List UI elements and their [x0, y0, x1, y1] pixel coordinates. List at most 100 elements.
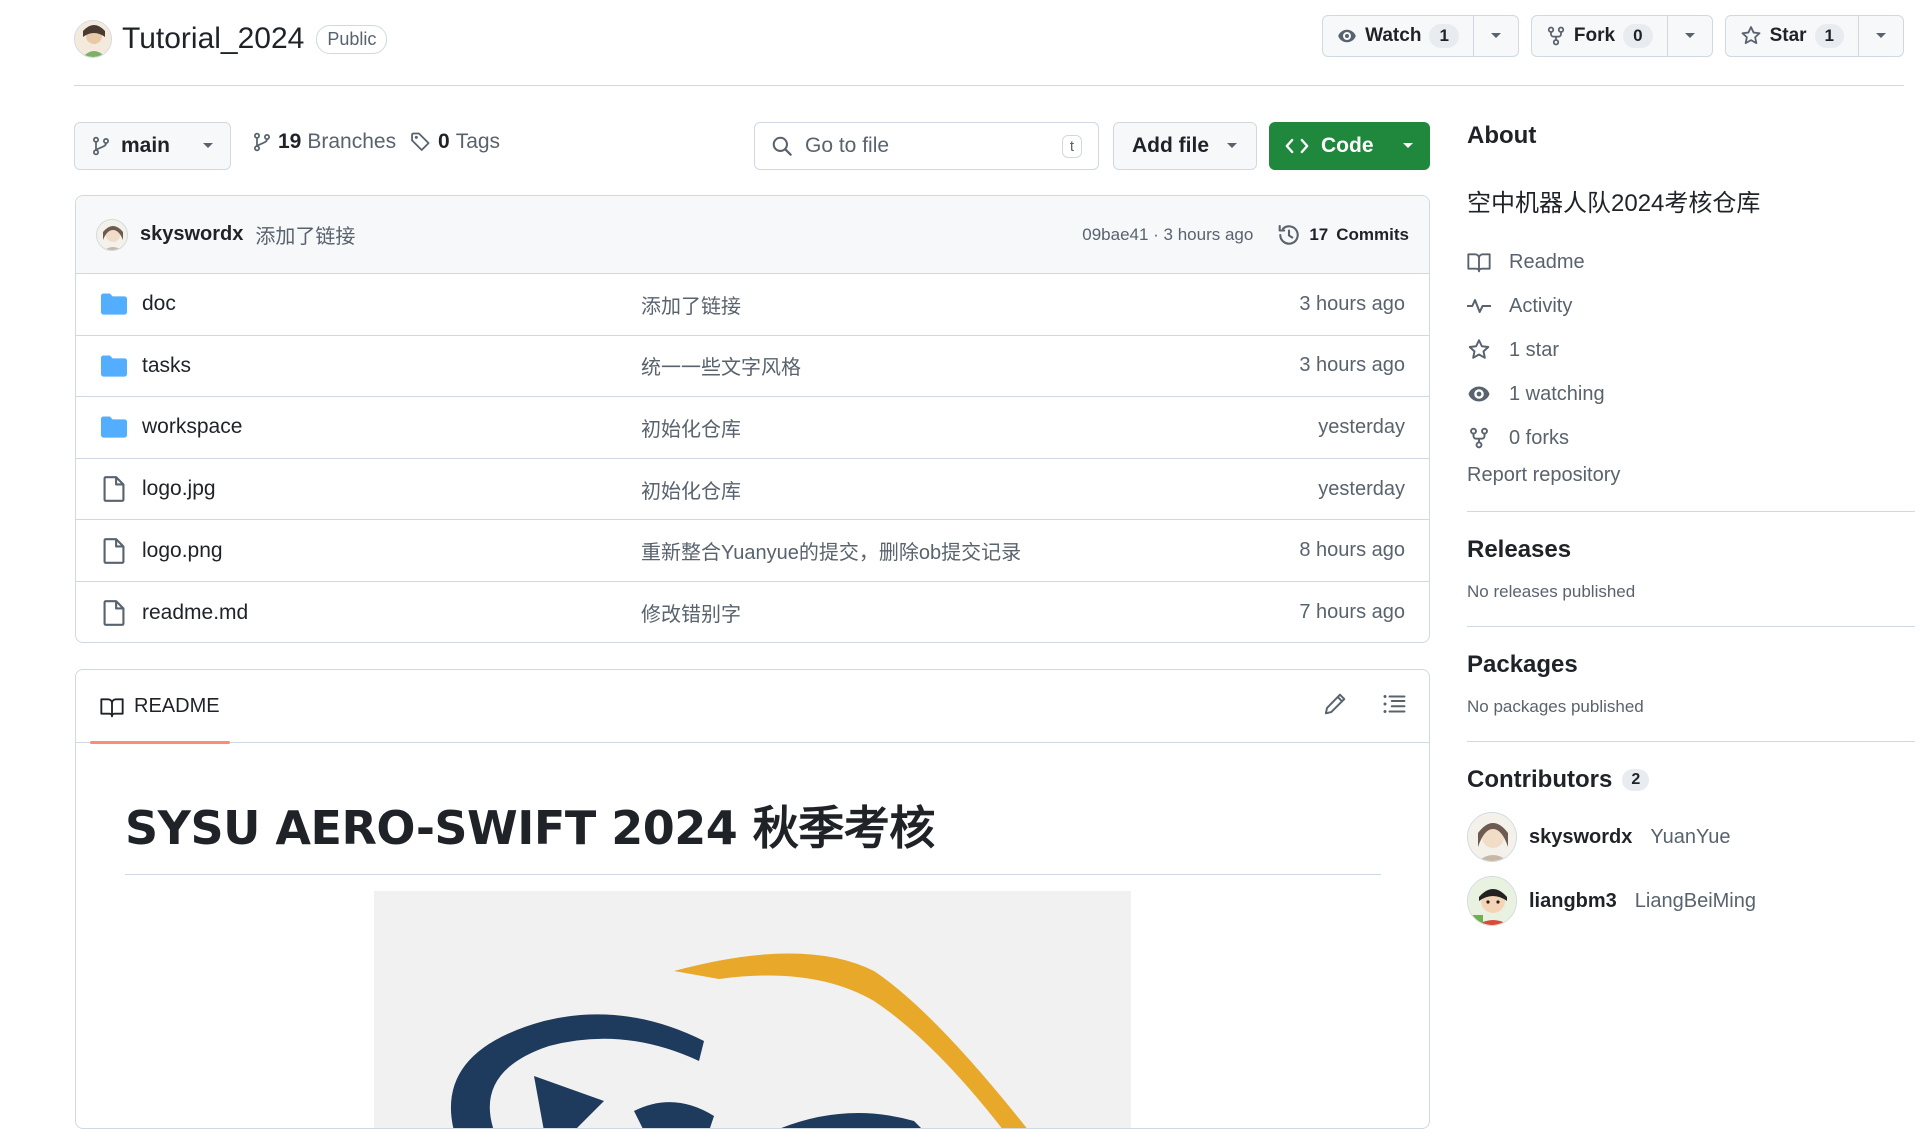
contributor-login[interactable]: skyswordx — [1529, 826, 1632, 849]
activity-link[interactable]: Activity — [1467, 284, 1915, 328]
divider — [1467, 741, 1915, 742]
search-icon — [771, 135, 793, 157]
star-label: Star — [1769, 25, 1807, 46]
code-icon — [1285, 136, 1309, 156]
fork-icon — [1467, 427, 1491, 449]
code-label: Code — [1321, 134, 1374, 157]
file-browser: skyswordx 添加了链接 09bae41 · 3 hours ago 17… — [75, 195, 1430, 643]
contributor-item[interactable]: skyswordx YuanYue — [1467, 812, 1915, 862]
releases-heading[interactable]: Releases — [1467, 536, 1915, 564]
contributor-name: LiangBeiMing — [1634, 889, 1756, 912]
packages-heading[interactable]: Packages — [1467, 651, 1915, 679]
tags-link[interactable]: 0 Tags — [410, 130, 500, 154]
contributor-avatar[interactable] — [1467, 812, 1517, 862]
file-commit-time: 3 hours ago — [1299, 354, 1405, 377]
repo-header: Tutorial_2024 Public Watch 1 Fork 0 Star… — [74, 0, 1904, 86]
go-to-file-input[interactable]: Go to file t — [754, 122, 1099, 170]
fork-dropdown[interactable] — [1668, 16, 1712, 56]
packages-note: No packages published — [1467, 697, 1644, 716]
pulse-icon — [1467, 296, 1491, 316]
fork-button[interactable]: Fork 0 — [1532, 16, 1668, 56]
tags-count: 0 — [438, 130, 450, 153]
tags-label: Tags — [455, 130, 501, 153]
branches-link[interactable]: 19 Branches — [252, 130, 396, 154]
stars-link[interactable]: 1 star — [1467, 328, 1915, 372]
folder-icon — [100, 355, 128, 377]
file-row[interactable]: workspace 初始化仓库 yesterday — [76, 397, 1429, 459]
tab-readme[interactable]: README — [90, 670, 230, 744]
commit-author[interactable]: skyswordx — [140, 223, 243, 246]
readme-header: README — [76, 670, 1429, 744]
file-icon — [100, 599, 128, 626]
caret-down-icon — [202, 142, 214, 150]
about-links: Readme Activity 1 star 1 watching 0 fork… — [1467, 240, 1915, 460]
owner-avatar[interactable] — [74, 20, 112, 58]
file-row[interactable]: tasks 统一一些文字风格 3 hours ago — [76, 336, 1429, 398]
fork-label: Fork — [1573, 25, 1616, 46]
contributor-avatar[interactable] — [1467, 876, 1517, 926]
latest-commit-bar: skyswordx 添加了链接 09bae41 · 3 hours ago 17… — [76, 196, 1429, 274]
file-commit-time: 7 hours ago — [1299, 601, 1405, 624]
file-name[interactable]: logo.png — [142, 539, 642, 563]
contributor-login[interactable]: liangbm3 — [1529, 890, 1617, 913]
file-name[interactable]: readme.md — [142, 601, 642, 625]
repo-name[interactable]: Tutorial_2024 — [122, 22, 304, 56]
watch-button-group: Watch 1 — [1322, 15, 1519, 57]
watchers-link-label: 1 watching — [1509, 382, 1605, 405]
contributor-name: YuanYue — [1650, 825, 1731, 848]
about-heading: About — [1467, 122, 1537, 149]
branch-name: main — [121, 134, 171, 157]
file-commit-message[interactable]: 初始化仓库 — [641, 413, 741, 442]
repo-sidebar: About 空中机器人队2024考核仓库 Readme Activity 1 s… — [1467, 122, 1915, 926]
folder-icon — [100, 416, 128, 439]
go-to-file-placeholder: Go to file — [805, 134, 890, 157]
file-commit-message[interactable]: 初始化仓库 — [641, 475, 741, 504]
commits-link[interactable]: 17 Commits — [1277, 223, 1409, 247]
file-row[interactable]: doc 添加了链接 3 hours ago — [76, 274, 1429, 336]
code-button[interactable]: Code — [1269, 122, 1430, 170]
commit-author-avatar[interactable] — [96, 218, 128, 251]
report-repository-link[interactable]: Report repository — [1467, 464, 1915, 487]
branches-count: 19 — [278, 130, 302, 153]
branch-icon — [91, 136, 111, 156]
repo-actions: Watch 1 Fork 0 Star 1 — [1322, 15, 1904, 57]
caret-down-icon — [1490, 32, 1502, 40]
watchers-link[interactable]: 1 watching — [1467, 372, 1915, 416]
pencil-icon[interactable] — [1323, 692, 1347, 716]
add-file-button[interactable]: Add file — [1113, 122, 1257, 170]
activity-link-label: Activity — [1509, 294, 1573, 317]
about-description: 空中机器人队2024考核仓库 — [1467, 190, 1761, 217]
file-commit-time: yesterday — [1318, 415, 1405, 438]
star-button[interactable]: Star 1 — [1726, 16, 1859, 56]
contributors-heading[interactable]: Contributors — [1467, 766, 1612, 794]
file-commit-message[interactable]: 修改错别字 — [641, 598, 741, 627]
file-row[interactable]: logo.png 重新整合Yuanyue的提交，删除ob提交记录 8 hours… — [76, 520, 1429, 582]
branch-selector[interactable]: main — [74, 122, 231, 170]
contributor-item[interactable]: liangbm3 LiangBeiMing — [1467, 876, 1915, 926]
caret-down-icon — [1402, 142, 1414, 150]
watch-dropdown[interactable] — [1474, 16, 1518, 56]
readme-link[interactable]: Readme — [1467, 240, 1915, 284]
file-commit-message[interactable]: 添加了链接 — [641, 290, 741, 319]
commit-message[interactable]: 添加了链接 — [255, 220, 355, 249]
visibility-badge: Public — [316, 24, 388, 54]
outline-list-icon[interactable] — [1381, 692, 1407, 716]
commit-hash-time[interactable]: 09bae41 · 3 hours ago — [1082, 225, 1253, 245]
file-name[interactable]: doc — [142, 292, 642, 316]
history-icon — [1277, 223, 1301, 247]
file-row[interactable]: logo.jpg 初始化仓库 yesterday — [76, 459, 1429, 521]
caret-down-icon — [1875, 32, 1887, 40]
readme-actions — [1323, 692, 1407, 716]
shortcut-hint: t — [1061, 134, 1082, 158]
file-name[interactable]: workspace — [142, 415, 642, 439]
file-commit-message[interactable]: 统一一些文字风格 — [641, 351, 801, 380]
watch-count: 1 — [1429, 24, 1459, 48]
star-dropdown[interactable] — [1859, 16, 1903, 56]
file-name[interactable]: logo.jpg — [142, 477, 642, 501]
watch-button[interactable]: Watch 1 — [1323, 16, 1474, 56]
file-row[interactable]: readme.md 修改错别字 7 hours ago — [76, 582, 1429, 642]
forks-link[interactable]: 0 forks — [1467, 416, 1915, 460]
file-commit-message[interactable]: 重新整合Yuanyue的提交，删除ob提交记录 — [641, 536, 1021, 565]
file-name[interactable]: tasks — [142, 354, 642, 378]
watch-label: Watch — [1365, 25, 1422, 46]
